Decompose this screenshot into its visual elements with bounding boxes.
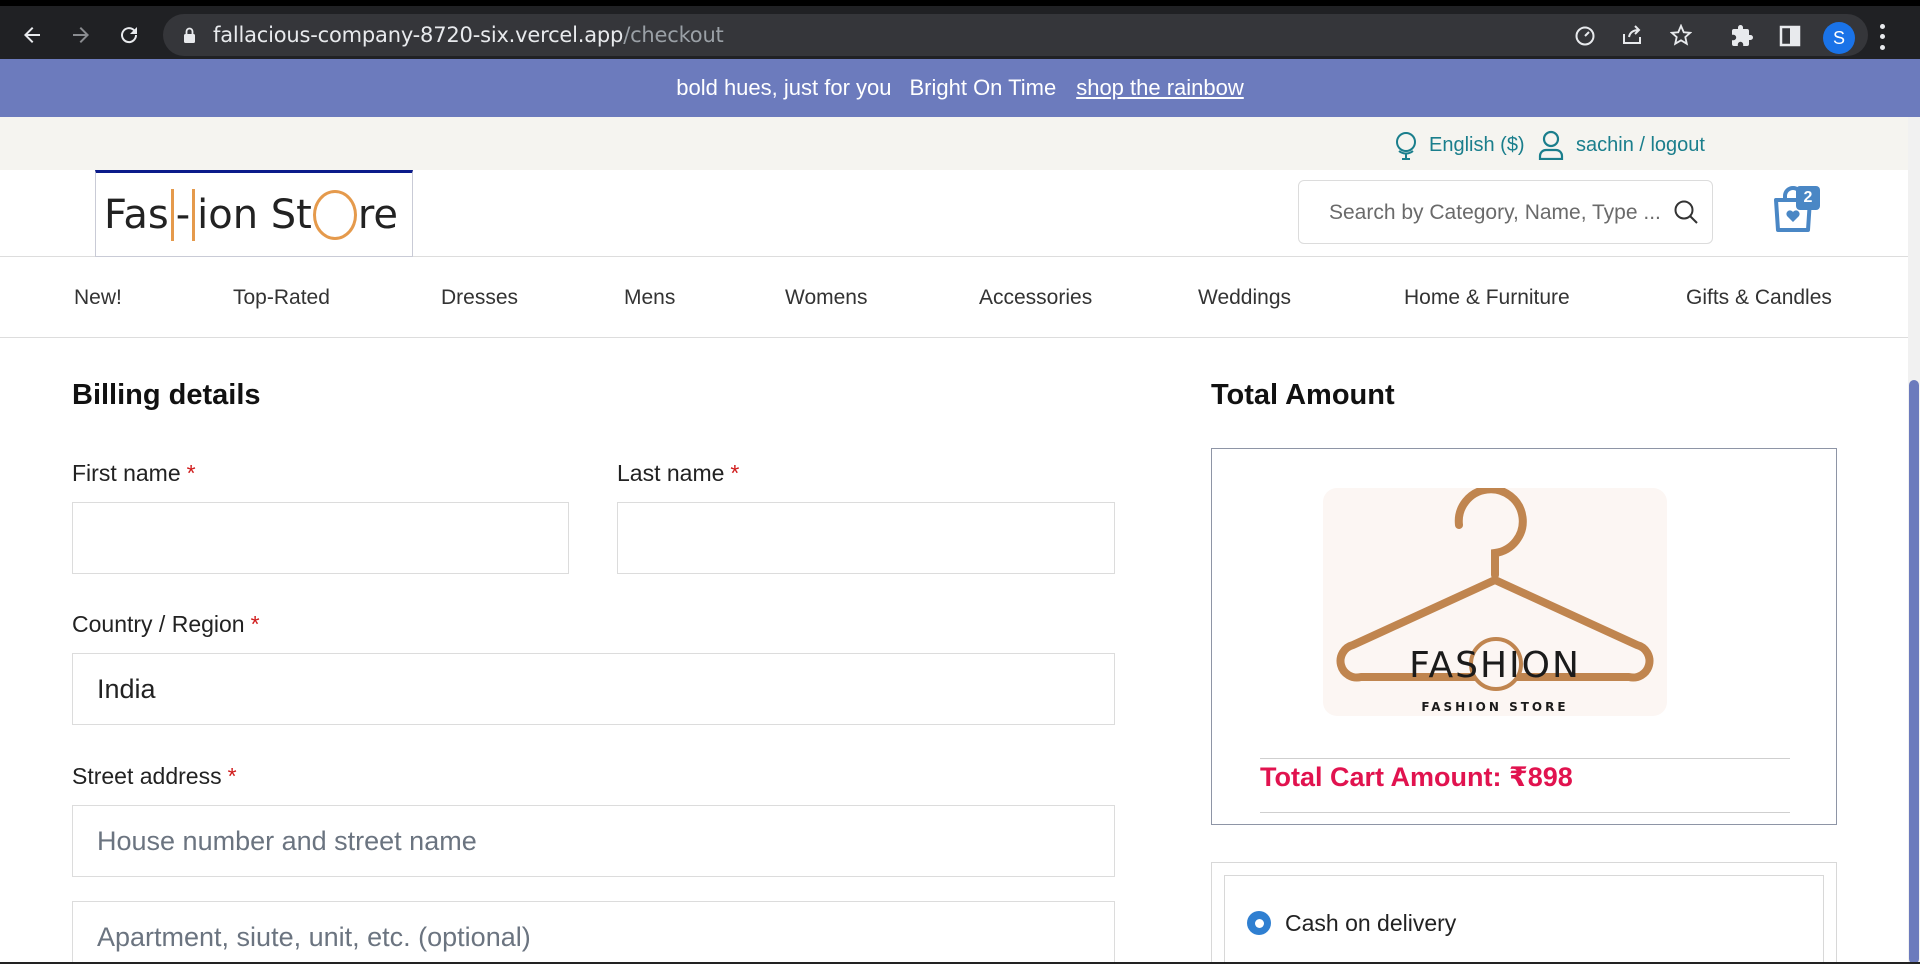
payment-option-cod[interactable]: Cash on delivery (1224, 875, 1824, 964)
search-placeholder: Search by Category, Name, Type ... (1329, 201, 1661, 224)
cart-count-badge: 2 (1796, 186, 1820, 210)
street-label: Street address * (72, 763, 237, 789)
extensions-puzzle-icon[interactable] (1728, 22, 1756, 50)
logo-bar-right (192, 188, 196, 241)
url-text: fallacious-company-8720-six.vercel.app/c… (213, 23, 724, 47)
first-name-input[interactable] (73, 503, 568, 573)
payment-methods-box: Cash on delivery (1211, 862, 1837, 964)
store-logo[interactable]: Fas - ion St re (95, 170, 413, 257)
globe-icon (1396, 132, 1416, 160)
country-label: Country / Region * (72, 611, 260, 637)
last-name-label: Last name * (617, 460, 740, 486)
nav-item-new[interactable]: New! (74, 286, 122, 310)
back-arrow-icon[interactable] (15, 18, 49, 52)
cod-radio[interactable] (1247, 911, 1271, 935)
language-label: English ($) (1429, 133, 1525, 156)
last-name-field[interactable] (617, 502, 1115, 574)
billing-title: Billing details (72, 379, 261, 411)
user-icon (1538, 130, 1564, 160)
logo-tagline: FASHION STORE (1421, 700, 1569, 714)
shop-rainbow-link[interactable]: shop the rainbow (1076, 75, 1244, 101)
logo-bar-left (170, 188, 174, 241)
forward-arrow-icon[interactable] (64, 18, 98, 52)
user-account-link[interactable]: sachin / logout (1538, 130, 1705, 160)
reload-icon[interactable] (112, 18, 146, 52)
nav-item-womens[interactable]: Womens (785, 286, 867, 310)
nav-item-home-furniture[interactable]: Home & Furniture (1404, 286, 1570, 310)
nav-item-top-rated[interactable]: Top-Rated (233, 286, 330, 310)
user-label: sachin / logout (1576, 133, 1705, 156)
category-nav: New! Top-Rated Dresses Mens Womens Acces… (0, 257, 1908, 338)
performance-icon[interactable] (1573, 23, 1597, 47)
scrollbar-thumb[interactable] (1909, 380, 1919, 964)
country-input[interactable] (73, 654, 1114, 724)
logo-brand-word: FASHION (1409, 645, 1581, 686)
nav-item-dresses[interactable]: Dresses (441, 286, 518, 310)
nav-item-gifts-candles[interactable]: Gifts & Candles (1686, 286, 1832, 310)
last-name-input[interactable] (618, 503, 1114, 573)
logo-text-1: Fas (104, 191, 169, 238)
divider-top (1260, 758, 1790, 759)
announcement-bar: bold hues, just for you Bright On Time s… (0, 59, 1920, 117)
divider-bottom (1260, 812, 1790, 813)
logo-circle (312, 189, 357, 240)
profile-avatar[interactable]: S (1823, 22, 1855, 54)
country-field[interactable] (72, 653, 1115, 725)
share-icon[interactable] (1620, 23, 1644, 47)
total-amount-box: FASHION FASHION STORE Total Cart Amount:… (1211, 448, 1837, 825)
street-field[interactable] (72, 805, 1115, 877)
language-selector[interactable]: English ($) (1393, 130, 1525, 160)
announcement-text-1: bold hues, just for you (676, 75, 892, 100)
first-name-label: First name * (72, 460, 196, 486)
apartment-field[interactable] (72, 901, 1115, 964)
search-icon[interactable] (1673, 199, 1699, 225)
address-bar[interactable]: fallacious-company-8720-six.vercel.app/c… (163, 14, 1868, 56)
first-name-field[interactable] (72, 502, 569, 574)
total-cart-amount: Total Cart Amount: ₹898 (1260, 762, 1573, 792)
apartment-input[interactable] (73, 902, 1114, 964)
utility-bar: English ($) sachin / logout (0, 117, 1908, 170)
logo-text-4: re (357, 191, 399, 238)
site-header: Fas - ion St re Search by Category, Name, T… (0, 170, 1908, 257)
browser-menu-icon[interactable] (1876, 21, 1888, 53)
nav-item-mens[interactable]: Mens (624, 286, 675, 310)
announcement-text-2: Bright On Time (909, 75, 1057, 100)
search-box[interactable]: Search by Category, Name, Type ... (1298, 180, 1713, 244)
nav-item-accessories[interactable]: Accessories (979, 286, 1092, 310)
logo-text-3: ion St (197, 191, 312, 238)
total-title: Total Amount (1211, 379, 1395, 411)
fashion-store-logo-image: FASHION FASHION STORE (1323, 485, 1667, 716)
side-panel-icon[interactable] (1776, 22, 1804, 50)
browser-toolbar: fallacious-company-8720-six.vercel.app/c… (0, 0, 1920, 59)
lock-icon (184, 27, 195, 43)
bookmark-star-icon[interactable] (1669, 23, 1693, 47)
street-input[interactable] (73, 806, 1114, 876)
logo-text-2: - (175, 191, 191, 238)
nav-item-weddings[interactable]: Weddings (1198, 286, 1291, 310)
cod-label: Cash on delivery (1285, 910, 1457, 936)
